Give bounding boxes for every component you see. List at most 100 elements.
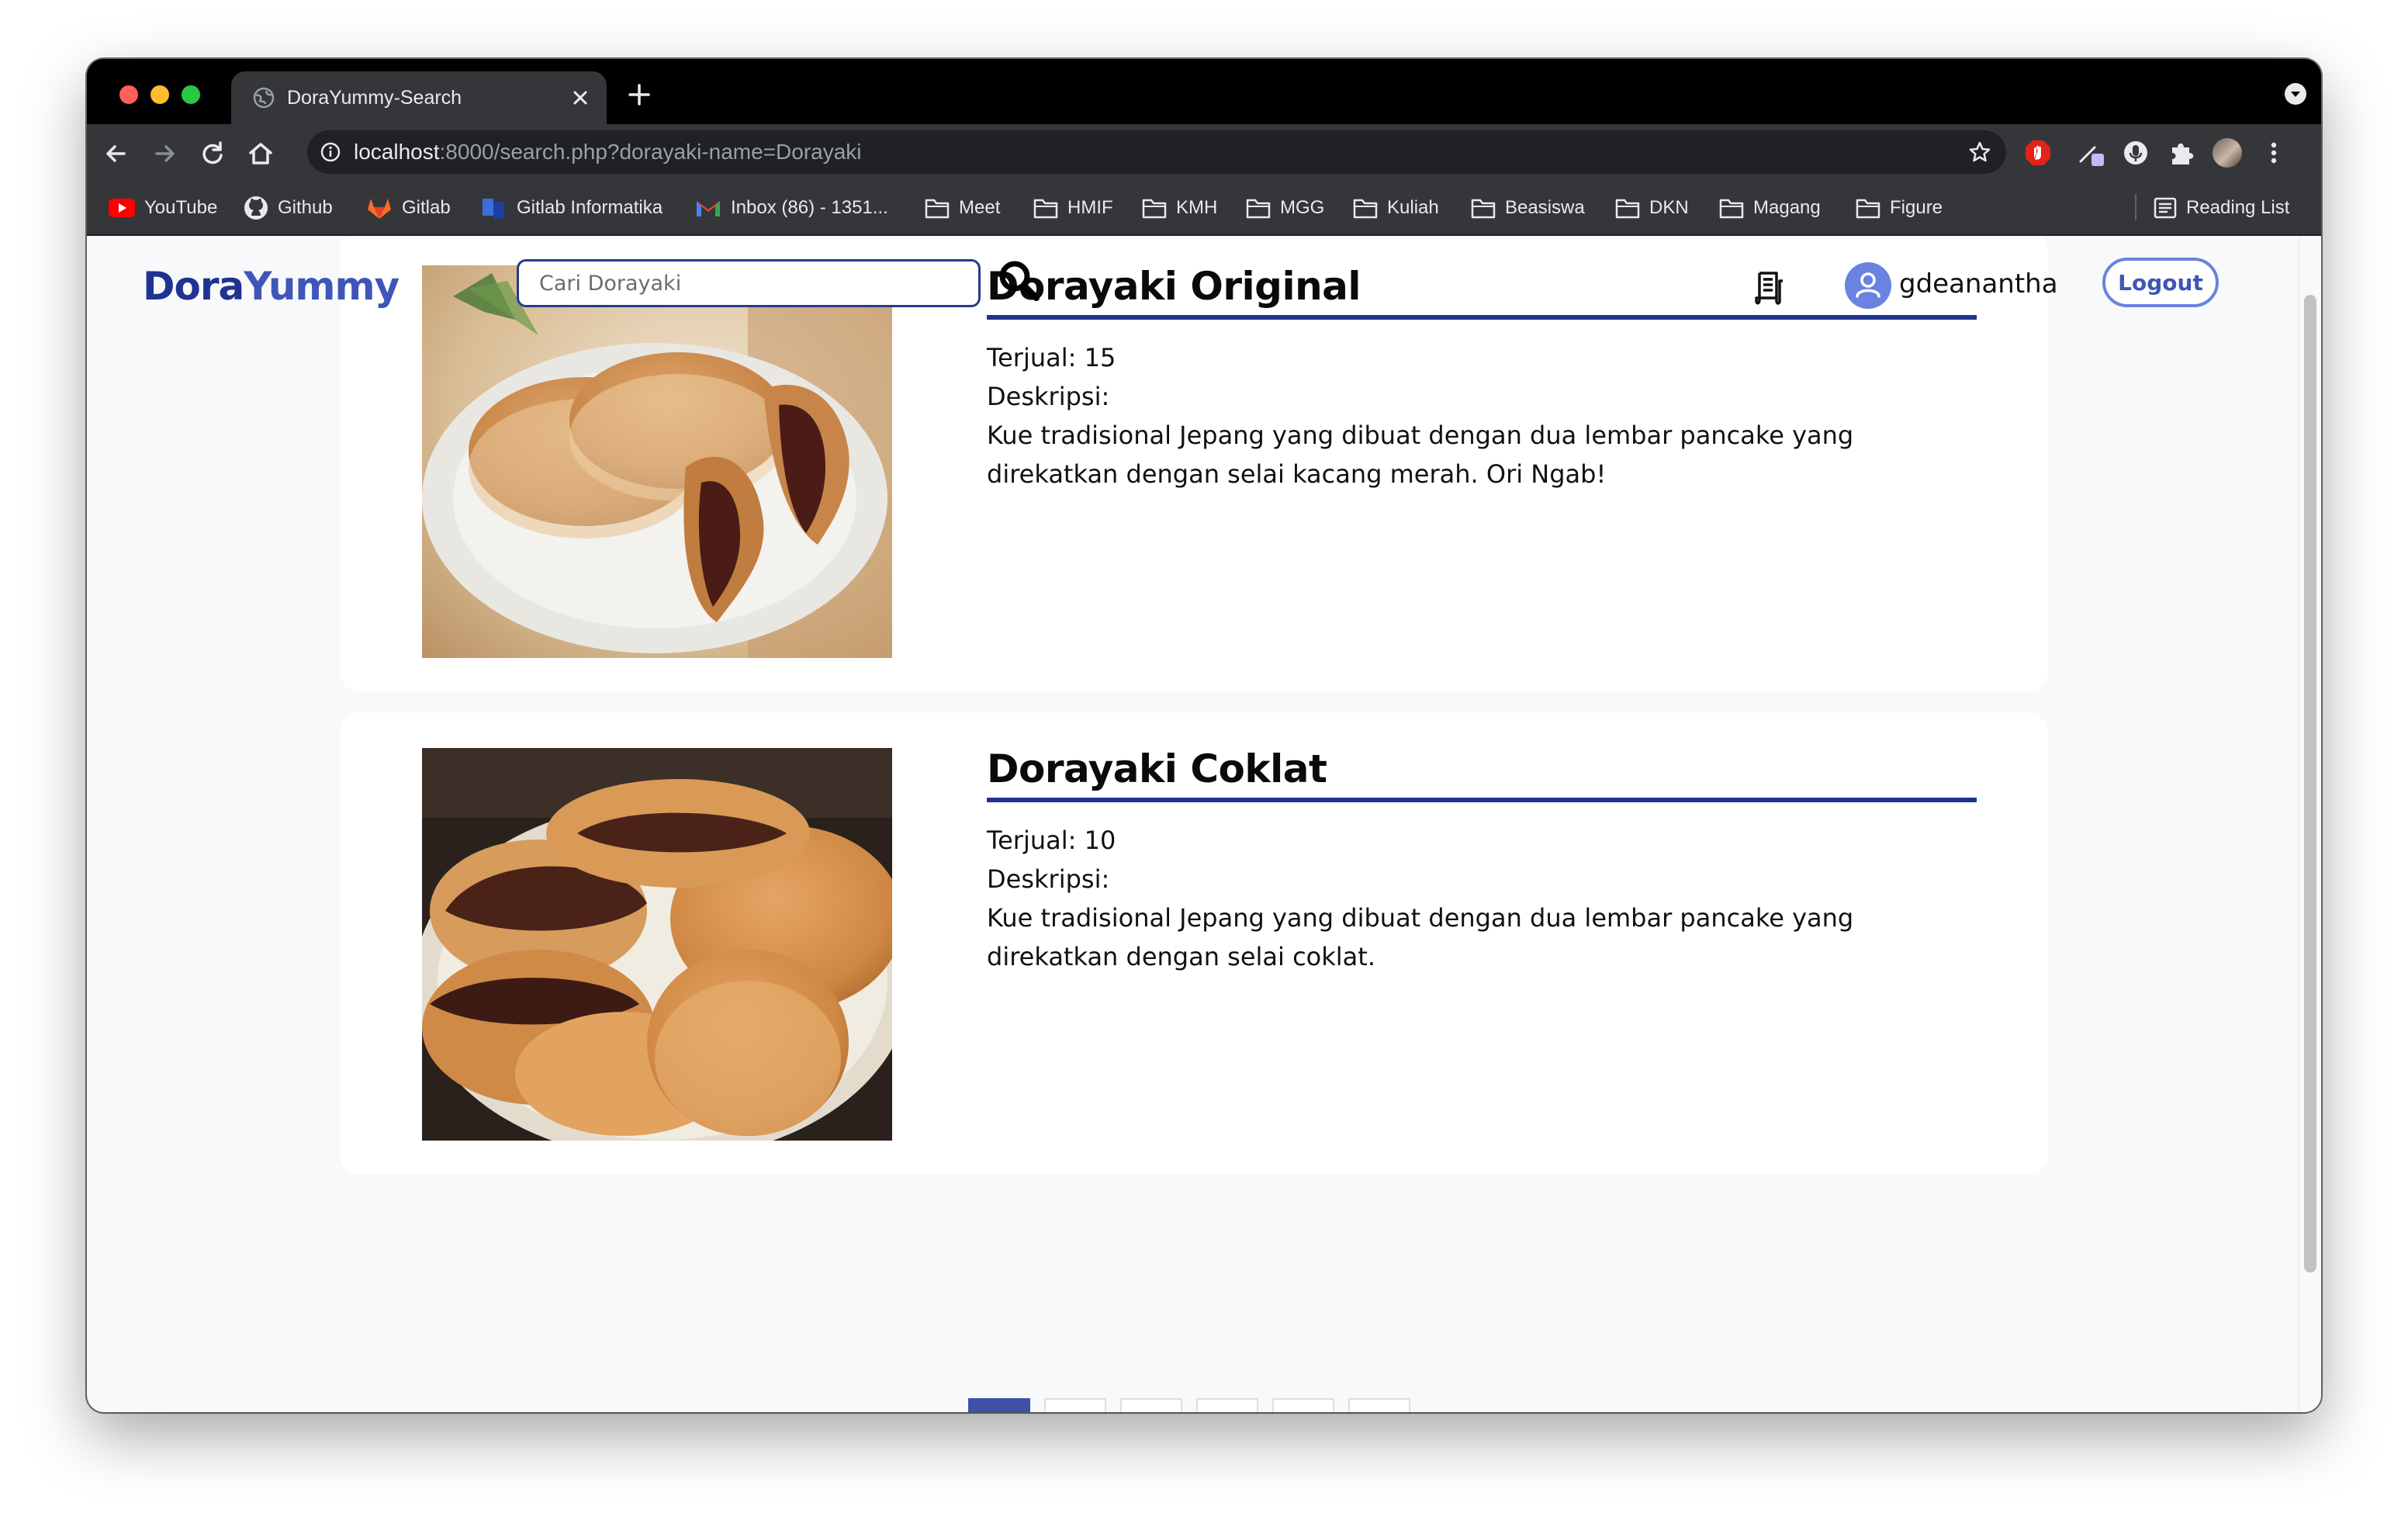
bookmark-folder-kuliah[interactable]: Kuliah bbox=[1353, 194, 1439, 222]
bookmark-label: HMIF bbox=[1067, 197, 1113, 218]
gmail-icon bbox=[697, 201, 720, 216]
bookmark-youtube[interactable]: YouTube bbox=[109, 194, 217, 222]
globe-icon bbox=[253, 87, 275, 109]
bookmark-label: Magang bbox=[1753, 197, 1821, 218]
menu-icon[interactable] bbox=[2259, 138, 2289, 168]
pagination: 1 2 3 4 5 6 bbox=[968, 1398, 1410, 1412]
page-button-3[interactable]: 3 bbox=[1120, 1398, 1182, 1412]
bookmark-folder-magang[interactable]: Magang bbox=[1719, 194, 1821, 222]
product-image bbox=[422, 265, 892, 658]
youtube-icon bbox=[109, 199, 135, 217]
github-icon bbox=[244, 196, 268, 220]
close-tab-icon[interactable] bbox=[569, 87, 591, 109]
minimize-window-button[interactable] bbox=[150, 85, 169, 104]
product-description-label: Deskripsi: bbox=[987, 864, 1110, 894]
reading-list-button[interactable]: Reading List bbox=[2154, 194, 2289, 222]
bookmark-label: Gitlab Informatika bbox=[517, 197, 663, 218]
product-sold: Terjual: 15 bbox=[987, 343, 1116, 372]
close-window-button[interactable] bbox=[119, 85, 138, 104]
address-bar[interactable]: localhost:8000/search.php?dorayaki-name=… bbox=[307, 130, 2006, 174]
folder-icon bbox=[1856, 199, 1880, 219]
new-tab-icon[interactable] bbox=[625, 81, 653, 109]
receipt-icon[interactable] bbox=[1753, 270, 1787, 307]
folder-icon bbox=[925, 199, 950, 219]
page-button-2[interactable]: 2 bbox=[1044, 1398, 1106, 1412]
bookmark-folder-figure[interactable]: Figure bbox=[1856, 194, 1943, 222]
bookmark-folder-hmif[interactable]: HMIF bbox=[1033, 194, 1113, 222]
folder-icon bbox=[1353, 199, 1378, 219]
product-description: Kue tradisional Jepang yang dibuat denga… bbox=[987, 421, 1854, 489]
bookmark-label: Gitlab bbox=[402, 197, 451, 218]
folder-icon bbox=[1471, 199, 1496, 219]
product-card[interactable]: Dorayaki Coklat Terjual: 10 Deskripsi: K… bbox=[340, 712, 2048, 1175]
product-name: Dorayaki Original bbox=[987, 261, 1977, 320]
page-content: Dorayaki Original Terjual: 15 Deskripsi:… bbox=[87, 236, 2321, 1412]
bookmark-gitlab[interactable]: Gitlab bbox=[366, 194, 451, 222]
home-icon[interactable] bbox=[245, 138, 276, 169]
reading-list-label: Reading List bbox=[2186, 197, 2290, 218]
bookmark-label: KMH bbox=[1176, 197, 1218, 218]
page-button-4[interactable]: 4 bbox=[1196, 1398, 1258, 1412]
bookmark-folder-meet[interactable]: Meet bbox=[925, 194, 1000, 222]
bookmark-label: Kuliah bbox=[1387, 197, 1439, 218]
extensions-icon[interactable] bbox=[2166, 138, 2195, 168]
product-description: Kue tradisional Jepang yang dibuat denga… bbox=[987, 903, 1854, 971]
star-icon[interactable] bbox=[1967, 140, 1992, 164]
bookmark-label: Figure bbox=[1890, 197, 1943, 218]
folder-icon bbox=[1615, 199, 1640, 219]
back-icon[interactable] bbox=[101, 138, 132, 169]
site-info-icon[interactable] bbox=[320, 141, 341, 163]
bookmarks-divider bbox=[2135, 194, 2136, 220]
page-button-1[interactable]: 1 bbox=[968, 1398, 1030, 1412]
bookmark-label: Inbox (86) - 1351... bbox=[731, 197, 888, 218]
folder-icon bbox=[1033, 199, 1058, 219]
user-avatar-icon[interactable] bbox=[1845, 262, 1891, 309]
scrollbar-thumb[interactable] bbox=[2304, 295, 2316, 1272]
gitlab-icon bbox=[368, 199, 391, 219]
bookmark-label: Github bbox=[278, 197, 333, 218]
bookmark-label: DKN bbox=[1649, 197, 1689, 218]
folder-icon bbox=[1719, 199, 1744, 219]
bookmark-label: Beasiswa bbox=[1505, 197, 1585, 218]
brand-logo[interactable]: DoraYummy bbox=[143, 262, 400, 310]
adblock-extension-icon[interactable] bbox=[2023, 138, 2053, 168]
tab-strip: DoraYummy-Search bbox=[87, 59, 2321, 124]
browser-tab[interactable]: DoraYummy-Search bbox=[231, 71, 607, 124]
tab-title: DoraYummy-Search bbox=[287, 87, 462, 109]
folder-icon bbox=[1246, 199, 1271, 219]
tab-search-icon[interactable] bbox=[2284, 82, 2307, 106]
bookmark-github[interactable]: Github bbox=[244, 194, 333, 222]
page-button-6[interactable]: 6 bbox=[1348, 1398, 1410, 1412]
username[interactable]: gdeanantha bbox=[1899, 267, 2058, 301]
colorpicker-extension-icon[interactable] bbox=[2078, 138, 2107, 168]
logout-button[interactable]: Logout bbox=[2102, 258, 2219, 307]
bookmark-label: MGG bbox=[1280, 197, 1325, 218]
url-path: :8000/search.php?dorayaki-name=Dorayaki bbox=[439, 140, 862, 164]
reload-icon[interactable] bbox=[197, 138, 228, 169]
url-host: localhost bbox=[354, 140, 440, 164]
bookmark-folder-mgg[interactable]: MGG bbox=[1246, 194, 1324, 222]
search-input[interactable] bbox=[517, 259, 981, 307]
bookmark-folder-kmh[interactable]: KMH bbox=[1142, 194, 1217, 222]
search-icon[interactable] bbox=[996, 258, 1043, 304]
bookmark-label: Meet bbox=[959, 197, 1001, 218]
bookmark-folder-dkn[interactable]: DKN bbox=[1615, 194, 1689, 222]
scrollbar[interactable] bbox=[2299, 236, 2321, 1412]
bookmark-gmail[interactable]: Inbox (86) - 1351... bbox=[695, 194, 888, 222]
bookmark-label: YouTube bbox=[144, 197, 218, 218]
profile-avatar-icon[interactable] bbox=[2213, 138, 2242, 168]
bookmarks-bar: YouTube Github Gitlab Gitlab Informatika bbox=[87, 182, 2321, 236]
product-name: Dorayaki Coklat bbox=[987, 743, 1977, 802]
maximize-window-button[interactable] bbox=[182, 85, 200, 104]
bookmark-folder-beasiswa[interactable]: Beasiswa bbox=[1471, 194, 1585, 222]
brand-logo-part2: Yummy bbox=[244, 264, 400, 309]
product-sold: Terjual: 10 bbox=[987, 826, 1116, 855]
page-button-5[interactable]: 5 bbox=[1272, 1398, 1334, 1412]
microphone-extension-icon[interactable] bbox=[2121, 138, 2150, 168]
url-text: localhost:8000/search.php?dorayaki-name=… bbox=[354, 140, 862, 164]
gitlab-informatika-icon bbox=[483, 199, 504, 219]
bookmark-gitlab-informatika[interactable]: Gitlab Informatika bbox=[481, 194, 663, 222]
forward-icon[interactable] bbox=[149, 138, 180, 169]
reading-list-icon bbox=[2154, 197, 2177, 219]
folder-icon bbox=[1142, 199, 1167, 219]
